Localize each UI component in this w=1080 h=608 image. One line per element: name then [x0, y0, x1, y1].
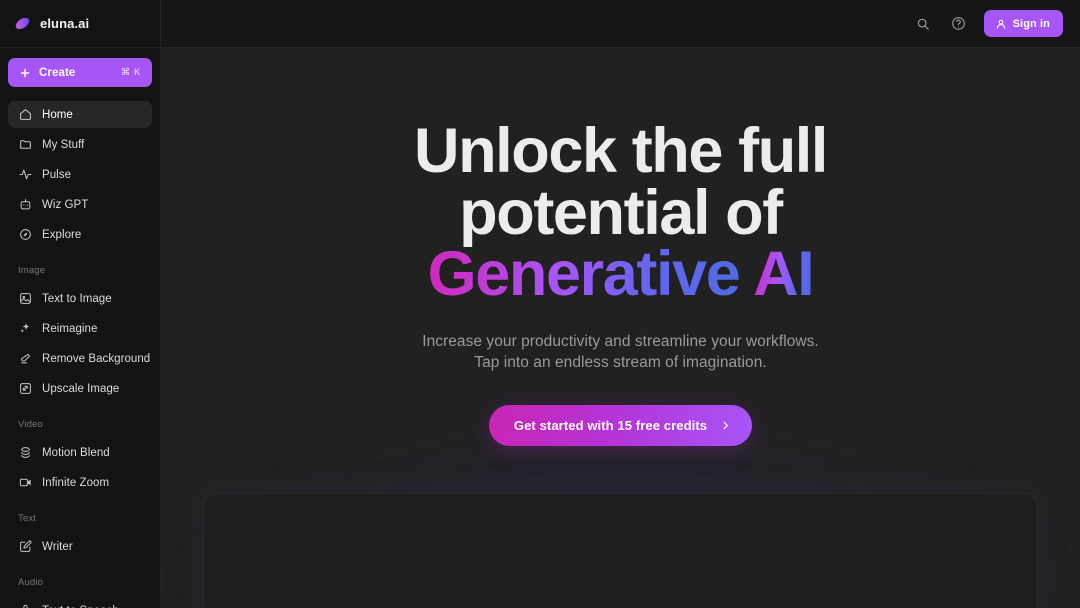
sidebar-item-text-to-speech[interactable]: Text to Speech	[8, 597, 152, 608]
video-camera-icon	[18, 476, 32, 490]
sidebar-item-writer[interactable]: Writer	[8, 533, 152, 560]
sidebar-item-label: Text to Image	[42, 292, 112, 305]
page-title: Unlock the full potential of Generative …	[311, 120, 931, 310]
create-label: Create	[39, 66, 76, 79]
microphone-icon	[18, 604, 32, 608]
sidebar-item-text-to-image[interactable]: Text to Image	[8, 285, 152, 312]
sidebar-item-home[interactable]: Home	[8, 101, 152, 128]
get-started-label: Get started with 15 free credits	[513, 418, 708, 434]
sidebar-group-title-text: Text	[18, 513, 37, 524]
home-icon	[18, 108, 32, 122]
hero-heading-accent-generative: Generative	[427, 239, 741, 310]
sidebar-item-label: Pulse	[42, 168, 72, 181]
sidebar-item-label: Remove Background	[42, 352, 151, 365]
sidebar-item-label: Motion Blend	[42, 446, 110, 459]
eraser-icon	[18, 352, 32, 366]
sidebar-item-explore[interactable]: Explore	[8, 221, 152, 248]
sidebar-group-title-audio: Audio	[18, 577, 44, 588]
sidebar-item-label: Infinite Zoom	[42, 476, 110, 489]
showcase-panel	[203, 493, 1038, 608]
hero-subtitle-line1: Increase your productivity and streamlin…	[422, 333, 819, 351]
hero-subtitle-line2: Tap into an endless stream of imaginatio…	[474, 353, 767, 371]
hero-heading-accent-ai: AI	[753, 239, 815, 310]
brand-name: eluna.ai	[40, 16, 90, 31]
folder-icon	[18, 138, 32, 152]
sign-in-button[interactable]: Sign in	[983, 10, 1063, 37]
sidebar-item-my-stuff[interactable]: My Stuff	[8, 131, 152, 158]
get-started-button[interactable]: Get started with 15 free credits	[488, 405, 753, 447]
sidebar-item-remove-background[interactable]: Remove Background	[8, 345, 152, 372]
activity-pulse-icon	[18, 168, 32, 182]
brand-logo[interactable]: eluna.ai	[0, 0, 160, 48]
sidebar-item-label: Reimagine	[42, 322, 98, 335]
sidebar-item-infinite-zoom[interactable]: Infinite Zoom	[8, 469, 152, 496]
sidebar-item-label: Home	[42, 108, 73, 121]
sidebar-item-label: My Stuff	[42, 138, 85, 151]
sidebar-item-motion-blend[interactable]: Motion Blend	[8, 439, 152, 466]
hero-heading-line1: Unlock the full	[413, 116, 828, 186]
sidebar-item-wiz-gpt[interactable]: Wiz GPT	[8, 191, 152, 218]
help-circle-icon[interactable]	[948, 13, 970, 35]
search-icon[interactable]	[912, 13, 934, 35]
plus-icon	[19, 67, 31, 79]
sidebar-item-upscale-image[interactable]: Upscale Image	[8, 375, 152, 402]
sidebar-item-reimagine[interactable]: Reimagine	[8, 315, 152, 342]
sidebar-item-label: Text to Speech	[42, 605, 119, 608]
user-icon	[995, 18, 1007, 30]
create-button[interactable]: Create ⌘ K	[8, 58, 152, 87]
robot-icon	[18, 198, 32, 212]
sidebar-item-pulse[interactable]: Pulse	[8, 161, 152, 188]
sidebar-nav: Create ⌘ K Home My Stuff Pulse Wiz GPT E…	[0, 48, 160, 608]
compass-icon	[18, 228, 32, 242]
hero-subtitle: Increase your productivity and streamlin…	[161, 332, 1080, 373]
sign-in-label: Sign in	[1012, 17, 1050, 30]
app-root: eluna.ai Create ⌘ K Home My Stuff Pulse …	[0, 0, 1080, 608]
image-frame-icon	[18, 292, 32, 306]
main-content: Sign in Unlock the full potential of Gen…	[161, 0, 1080, 608]
sidebar-item-label: Wiz GPT	[42, 198, 89, 211]
layers-icon	[18, 446, 32, 460]
upscale-expand-icon	[18, 382, 32, 396]
sidebar-group-title-video: Video	[18, 419, 43, 430]
sparkles-icon	[18, 322, 32, 336]
chevron-right-icon	[720, 420, 731, 431]
hero-heading-line2-plain: potential of	[459, 177, 783, 248]
hero-section: Unlock the full potential of Generative …	[161, 48, 1080, 447]
eluna-leaf-logo-icon	[13, 15, 32, 32]
sidebar: eluna.ai Create ⌘ K Home My Stuff Pulse …	[0, 0, 161, 608]
cta-container: Get started with 15 free credits	[161, 405, 1080, 447]
sidebar-item-label: Writer	[42, 540, 73, 553]
create-shortcut: ⌘ K	[120, 67, 141, 78]
sidebar-item-label: Upscale Image	[42, 382, 120, 395]
sidebar-group-title-image: Image	[18, 265, 46, 276]
pen-square-icon	[18, 540, 32, 554]
topbar: Sign in	[161, 0, 1080, 48]
sidebar-item-label: Explore	[42, 228, 82, 241]
